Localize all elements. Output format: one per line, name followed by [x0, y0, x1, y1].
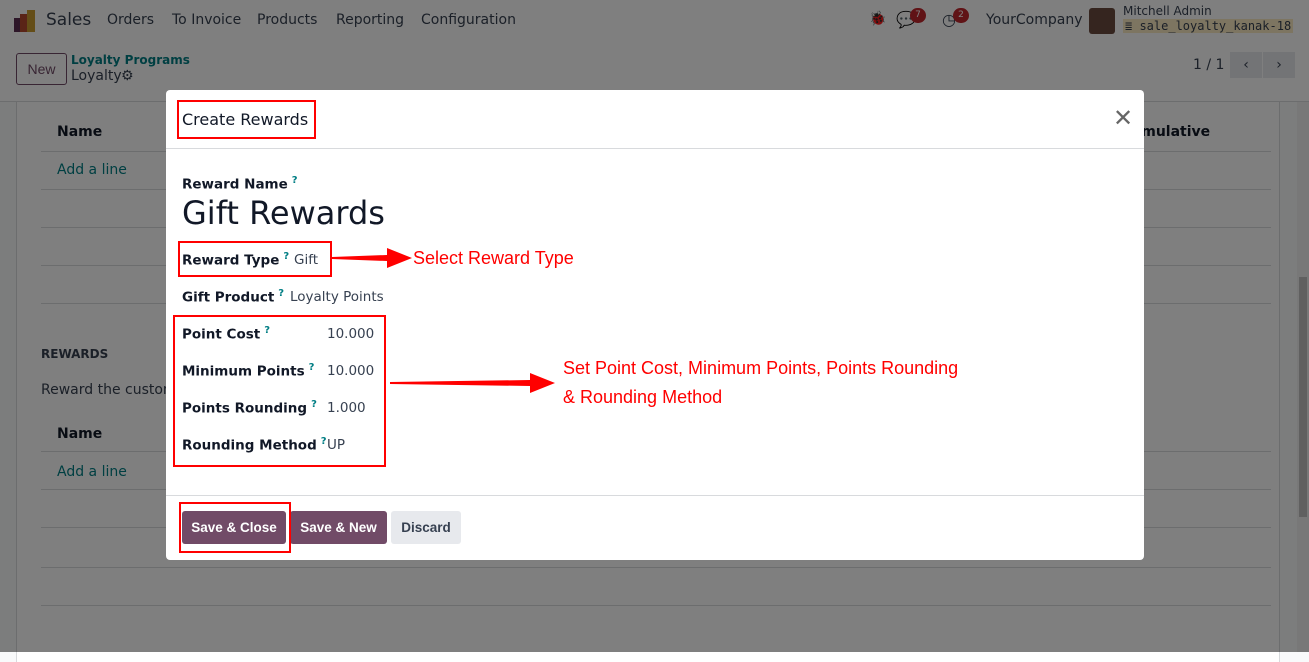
annotation-points-line1: Set Point Cost, Minimum Points, Points R…	[563, 358, 959, 378]
close-icon[interactable]: ✕	[1113, 104, 1133, 132]
annotation-reward-type: Select Reward Type	[413, 248, 574, 268]
reward-name-input[interactable]: Gift Rewards	[182, 194, 385, 232]
create-rewards-dialog: Create Rewards ✕ Reward Name? Gift Rewar…	[166, 90, 1144, 560]
gift-product-field[interactable]: Loyalty Points	[290, 289, 384, 305]
arrow-annotation-icon	[332, 248, 412, 268]
help-icon[interactable]: ?	[278, 288, 284, 299]
save-new-button[interactable]: Save & New	[290, 511, 387, 544]
discard-button[interactable]: Discard	[391, 511, 461, 544]
help-icon[interactable]: ?	[292, 175, 298, 186]
gift-product-label: Gift Product	[182, 289, 275, 306]
reward-name-label-text: Reward Name	[182, 176, 288, 193]
reward-name-label: Reward Name?	[182, 175, 298, 193]
arrow-annotation-icon	[390, 373, 555, 393]
annotation-points-line2: & Rounding Method	[563, 387, 723, 407]
